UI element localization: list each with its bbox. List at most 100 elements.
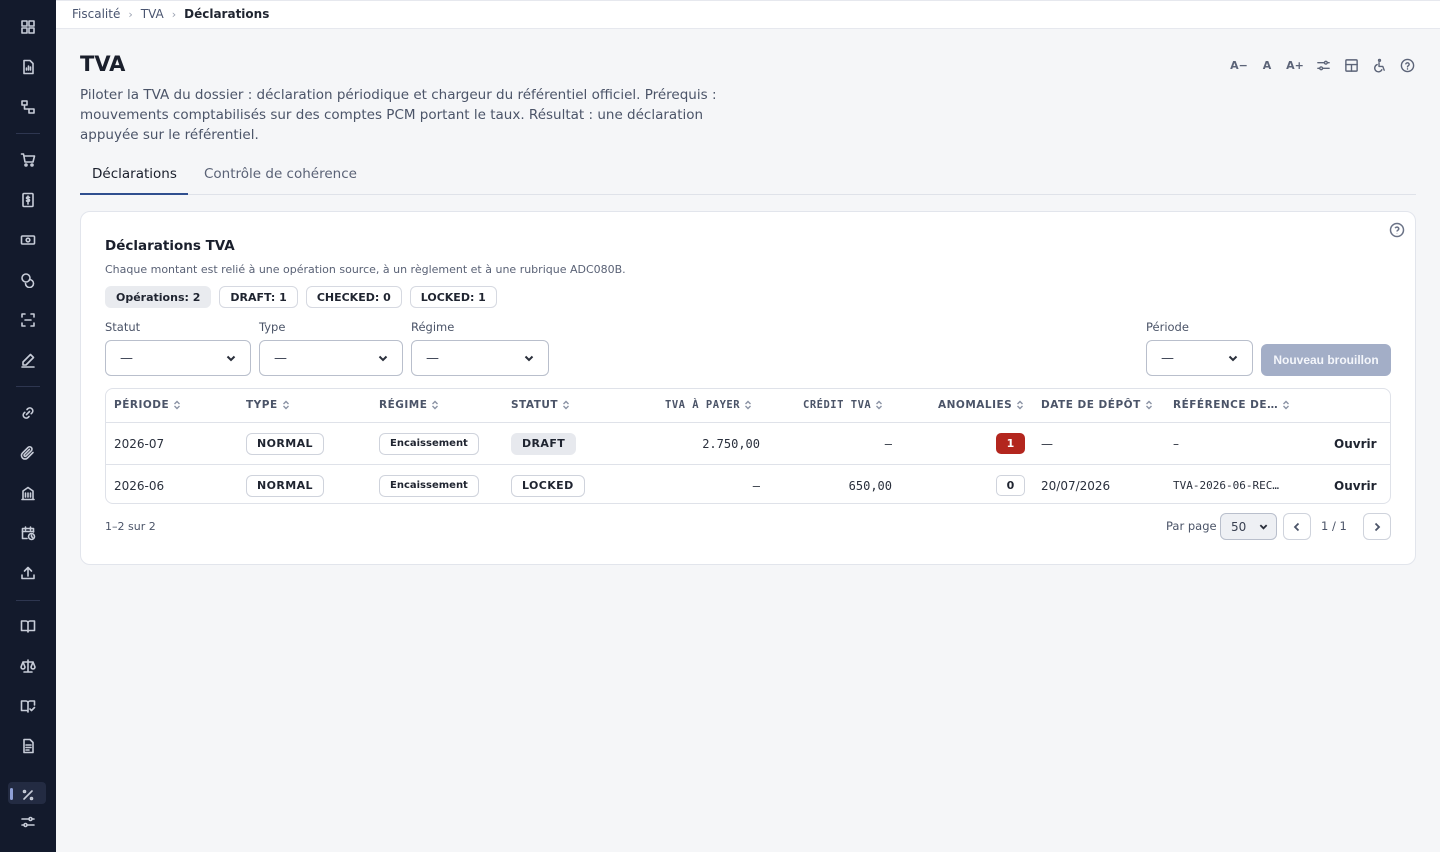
new-draft-button[interactable]: Nouveau brouillon bbox=[1261, 344, 1391, 376]
chip-operations[interactable]: Opérations: 2 bbox=[105, 286, 212, 308]
workflow-icon[interactable] bbox=[16, 95, 40, 119]
accessibility-icon[interactable] bbox=[1370, 56, 1388, 74]
status-badge: DRAFT bbox=[511, 432, 577, 455]
calendar-clock-icon[interactable] bbox=[16, 521, 40, 545]
tab-controle-coherence[interactable]: Contrôle de cohérence bbox=[192, 157, 369, 195]
table-row[interactable]: 2026-07 NORMAL Encaissement DRAFT 2.750,… bbox=[106, 423, 1390, 464]
cell-date-depot: — bbox=[1041, 436, 1053, 451]
breadcrumb-current: Déclarations bbox=[184, 7, 270, 21]
sort-icon bbox=[1017, 400, 1024, 410]
table-row[interactable]: 2026-06 NORMAL Encaissement LOCKED – 650… bbox=[106, 464, 1390, 503]
column-header-tva-a-payer[interactable]: TVA À PAYER bbox=[665, 399, 752, 411]
chevron-left-icon bbox=[1293, 522, 1300, 531]
dashboard-icon[interactable] bbox=[16, 15, 40, 39]
chip-checked[interactable]: CHECKED: 0 bbox=[305, 286, 402, 308]
status-badge: LOCKED bbox=[511, 474, 585, 497]
column-label: TVA À PAYER bbox=[665, 399, 741, 411]
tab-bar: Déclarations Contrôle de cohérence bbox=[80, 157, 1416, 195]
link-icon[interactable] bbox=[16, 401, 40, 425]
help-icon[interactable] bbox=[1398, 56, 1416, 74]
cell-reference: TVA-2026-06-REC… bbox=[1173, 479, 1279, 492]
column-header-reference[interactable]: RÉFÉRENCE DE… bbox=[1173, 399, 1290, 411]
regime-select[interactable]: — bbox=[411, 340, 549, 376]
invoice-icon[interactable] bbox=[16, 188, 40, 212]
periode-select-value: — bbox=[1161, 350, 1174, 366]
column-header-periode[interactable]: PÉRIODE bbox=[114, 399, 181, 411]
sort-icon bbox=[563, 400, 570, 410]
chip-draft[interactable]: DRAFT: 1 bbox=[219, 286, 298, 308]
breadcrumb-tva[interactable]: TVA bbox=[141, 7, 164, 21]
font-increase-button[interactable]: A+ bbox=[1286, 56, 1304, 74]
sidebar-divider bbox=[16, 386, 40, 387]
settings-sliders-icon[interactable] bbox=[16, 810, 40, 834]
edit-icon[interactable] bbox=[16, 348, 40, 372]
table-header: PÉRIODE TYPE RÉGIME STATUT TVA À PAYER C… bbox=[106, 389, 1390, 423]
chevron-down-icon bbox=[226, 355, 236, 362]
sort-icon bbox=[432, 400, 439, 410]
font-reset-button[interactable]: A bbox=[1258, 56, 1276, 74]
next-page-button[interactable] bbox=[1363, 513, 1391, 540]
type-select-value: — bbox=[274, 350, 287, 366]
sidebar-divider bbox=[16, 133, 40, 134]
coins-icon[interactable] bbox=[16, 268, 40, 292]
column-label: STATUT bbox=[511, 399, 559, 411]
sort-icon bbox=[282, 400, 289, 410]
column-header-credit-tva[interactable]: CRÉDIT TVA bbox=[803, 399, 883, 411]
breadcrumb-fiscalite[interactable]: Fiscalité bbox=[72, 7, 120, 21]
scan-icon[interactable] bbox=[16, 308, 40, 332]
layout-icon[interactable] bbox=[1342, 56, 1360, 74]
column-label: ANOMALIES bbox=[938, 399, 1013, 411]
book-icon[interactable] bbox=[16, 614, 40, 638]
sidebar-divider bbox=[16, 600, 40, 601]
sort-icon bbox=[745, 400, 752, 410]
statut-select-value: — bbox=[120, 350, 133, 366]
chevron-down-icon bbox=[378, 355, 388, 362]
banknote-icon[interactable] bbox=[16, 228, 40, 252]
document-list-icon[interactable] bbox=[16, 734, 40, 758]
anomalies-badge[interactable]: 1 bbox=[996, 433, 1025, 454]
column-header-statut[interactable]: STATUT bbox=[511, 399, 570, 411]
type-select[interactable]: — bbox=[259, 340, 403, 376]
breadcrumb: Fiscalité › TVA › Déclarations bbox=[72, 7, 269, 21]
cell-periode: 2026-07 bbox=[114, 436, 165, 451]
sidebar-active-indicator bbox=[10, 788, 13, 800]
sidebar bbox=[0, 0, 56, 852]
sliders-icon[interactable] bbox=[1314, 56, 1332, 74]
anomalies-badge[interactable]: 0 bbox=[996, 475, 1025, 496]
column-header-type[interactable]: TYPE bbox=[246, 399, 290, 411]
column-header-date-depot[interactable]: DATE DE DÉPÔT bbox=[1041, 399, 1153, 411]
attachment-icon[interactable] bbox=[16, 441, 40, 465]
chevron-down-icon bbox=[1259, 524, 1268, 530]
report-icon[interactable] bbox=[16, 55, 40, 79]
scale-icon[interactable] bbox=[16, 654, 40, 678]
open-link[interactable]: Ouvrir bbox=[1334, 437, 1377, 451]
card-title: Déclarations TVA bbox=[105, 238, 235, 254]
page-title: TVA bbox=[80, 52, 126, 76]
top-bar: Fiscalité › TVA › Déclarations bbox=[56, 0, 1440, 29]
type-badge: NORMAL bbox=[246, 432, 324, 455]
chevron-down-icon bbox=[524, 355, 534, 362]
help-icon[interactable] bbox=[1389, 222, 1405, 238]
cell-tva-a-payer: – bbox=[752, 478, 760, 493]
column-label: RÉGIME bbox=[379, 399, 428, 411]
chevron-right-icon bbox=[1374, 522, 1381, 531]
cart-icon[interactable] bbox=[16, 148, 40, 172]
font-decrease-button[interactable]: A− bbox=[1230, 56, 1248, 74]
column-label: RÉFÉRENCE DE… bbox=[1173, 399, 1279, 411]
statut-select[interactable]: — bbox=[105, 340, 251, 376]
tab-declarations[interactable]: Déclarations bbox=[80, 157, 188, 195]
upload-icon[interactable] bbox=[16, 561, 40, 585]
toolbar: A− A A+ bbox=[1230, 56, 1416, 74]
open-link[interactable]: Ouvrir bbox=[1334, 479, 1377, 493]
periode-select[interactable]: — bbox=[1146, 340, 1253, 376]
status-chips: Opérations: 2 DRAFT: 1 CHECKED: 0 LOCKED… bbox=[105, 286, 497, 308]
regime-select-value: — bbox=[426, 350, 439, 366]
previous-page-button[interactable] bbox=[1283, 513, 1311, 540]
column-header-regime[interactable]: RÉGIME bbox=[379, 399, 439, 411]
book-check-icon[interactable] bbox=[16, 694, 40, 718]
column-header-anomalies[interactable]: ANOMALIES bbox=[938, 399, 1024, 411]
per-page-select[interactable]: 50 bbox=[1220, 513, 1277, 540]
building-icon[interactable] bbox=[16, 481, 40, 505]
tax-percent-icon[interactable] bbox=[16, 783, 40, 807]
chip-locked[interactable]: LOCKED: 1 bbox=[409, 286, 497, 308]
